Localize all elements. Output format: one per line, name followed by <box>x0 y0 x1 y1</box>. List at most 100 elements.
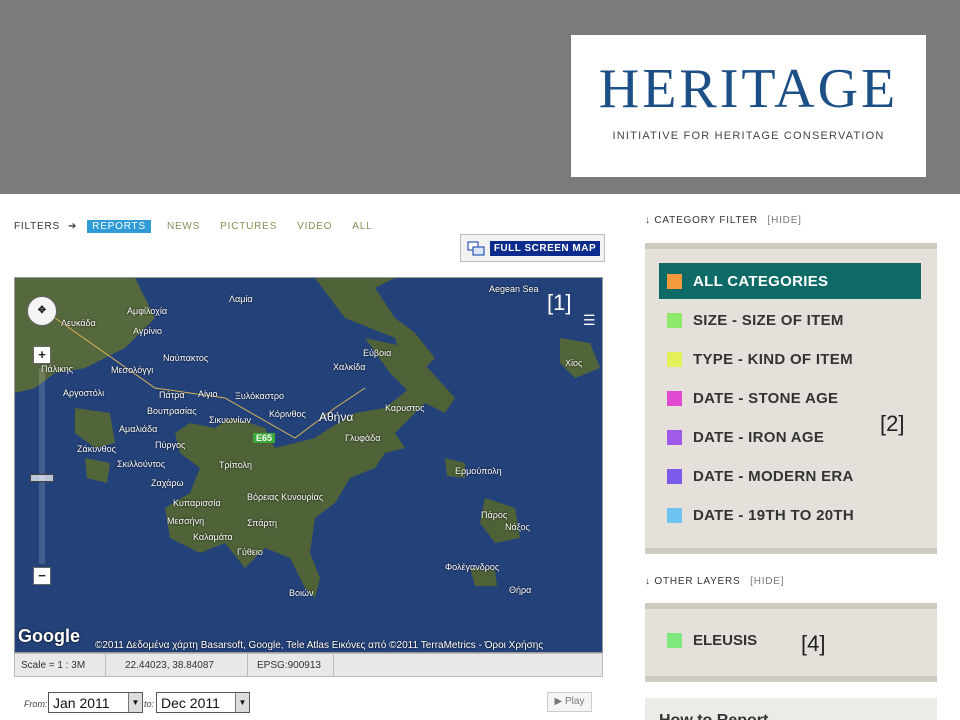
tab-all[interactable]: ALL <box>352 221 372 232</box>
category-swatch <box>667 430 682 445</box>
category-19th-20th[interactable]: DATE - 19TH TO 20TH <box>659 497 921 533</box>
place-label: Νάξος <box>505 522 530 532</box>
category-label: SIZE - SIZE OF ITEM <box>693 312 844 329</box>
top-banner: HERITAGE INITIATIVE FOR HERITAGE CONSERV… <box>0 0 960 194</box>
place-label: Ναύπακτος <box>163 353 209 363</box>
road-badge: E65 <box>253 433 276 443</box>
category-swatch <box>667 508 682 523</box>
to-date-select[interactable]: Dec 2011 ▼ <box>156 692 250 713</box>
coords-readout: 22.44023, 38.84087 <box>125 660 214 671</box>
to-label: to: <box>144 699 155 709</box>
from-label: From: <box>24 699 48 709</box>
place-label: Θήρα <box>509 585 532 595</box>
logo-title: HERITAGE <box>598 58 899 120</box>
map-copyright[interactable]: ©2011 Δεδομένα χάρτη Basarsoft, Google, … <box>95 640 543 651</box>
panel-annotation: [4] <box>801 631 826 656</box>
map-statusbar: Scale = 1 : 3M 22.44023, 38.84087 EPSG:9… <box>14 653 603 677</box>
filters-bar: FILTERS ➔ REPORTS NEWS PICTURES VIDEO AL… <box>14 219 392 233</box>
place-label: Γύθειο <box>237 547 263 557</box>
other-layers-title: OTHER LAYERS <box>654 576 741 587</box>
layer-swatch <box>667 633 682 648</box>
category-swatch <box>667 352 682 367</box>
category-label: ALL CATEGORIES <box>693 273 829 290</box>
how-to-report-panel: How to Report <box>645 698 937 720</box>
place-label: Πάρος <box>481 510 508 520</box>
google-logo[interactable]: Google <box>18 626 80 647</box>
category-label: TYPE - KIND OF ITEM <box>693 351 853 368</box>
place-label: Σικυωνίων <box>209 415 252 425</box>
map-view[interactable]: ✥ + − ☰ [1] E65 Aegean Sea Λαμία Αμφίλοχ… <box>14 277 603 653</box>
category-size[interactable]: SIZE - SIZE OF ITEM <box>659 302 921 338</box>
place-label: Σπάρτη <box>247 518 277 528</box>
tab-news[interactable]: NEWS <box>167 221 200 232</box>
arrow-down-icon: ↓ <box>645 576 651 587</box>
place-label: Αμαλιάδα <box>119 424 158 434</box>
fullscreen-icon <box>467 241 485 256</box>
zoom-out-button[interactable]: − <box>33 567 51 585</box>
map-annotation: [1] <box>547 290 572 315</box>
layer-label: ELEUSIS <box>693 632 758 649</box>
full-screen-map-label: FULL SCREEN MAP <box>490 241 600 256</box>
divider <box>105 654 106 676</box>
zoom-in-button[interactable]: + <box>33 346 51 364</box>
category-modern-era[interactable]: DATE - MODERN ERA <box>659 458 921 494</box>
place-label: Πάτρα <box>159 390 185 400</box>
place-label: Χίος <box>565 358 583 368</box>
play-button[interactable]: ▶ Play <box>547 692 592 712</box>
place-label: Μεσσήνη <box>167 516 205 526</box>
play-label: Play <box>565 696 585 707</box>
full-screen-map-button[interactable]: FULL SCREEN MAP <box>460 234 605 262</box>
place-label: Πύργος <box>155 440 186 450</box>
tab-video[interactable]: VIDEO <box>297 221 332 232</box>
from-date-select[interactable]: Jan 2011 ▼ <box>48 692 143 713</box>
place-label: Αθήνα <box>319 410 354 424</box>
from-date-value: Jan 2011 <box>53 695 110 711</box>
filters-label: FILTERS <box>14 220 60 232</box>
category-swatch <box>667 391 682 406</box>
place-label: Πάλικης <box>41 364 74 374</box>
pan-control[interactable]: ✥ <box>27 296 57 326</box>
place-label: Ξυλόκαστρο <box>235 391 284 401</box>
category-label: DATE - 19TH TO 20TH <box>693 507 855 524</box>
place-label: Σκιλλούντος <box>117 459 166 469</box>
category-swatch <box>667 469 682 484</box>
category-swatch <box>667 274 682 289</box>
category-type[interactable]: TYPE - KIND OF ITEM <box>659 341 921 377</box>
place-label: Αγρίνιο <box>133 326 162 336</box>
category-swatch <box>667 313 682 328</box>
place-label: Χαλκίδα <box>333 362 366 372</box>
place-label: Βοιών <box>289 588 314 598</box>
zoom-slider-handle[interactable] <box>30 474 54 482</box>
other-layers-panel: ELEUSIS [4] <box>645 603 937 682</box>
other-layers-hide-link[interactable]: [HIDE] <box>750 576 784 587</box>
category-label: DATE - MODERN ERA <box>693 468 854 485</box>
category-filter-hide-link[interactable]: [HIDE] <box>768 215 802 226</box>
tab-reports[interactable]: REPORTS <box>87 219 151 233</box>
chevron-down-icon[interactable]: ▼ <box>128 693 142 712</box>
place-label: Ζάκυνθος <box>77 444 116 454</box>
category-all[interactable]: ALL CATEGORIES <box>659 263 921 299</box>
place-label: Εύβοια <box>363 348 392 358</box>
place-label: Τρίπολη <box>219 460 253 470</box>
place-label: Ερμούπολη <box>455 466 502 476</box>
layers-icon[interactable]: ☰ <box>583 312 599 328</box>
how-to-report-title: How to Report <box>659 712 768 720</box>
tab-pictures[interactable]: PICTURES <box>220 221 277 232</box>
place-label: Λαμία <box>229 294 253 304</box>
category-filter-panel: ALL CATEGORIES SIZE - SIZE OF ITEM TYPE … <box>645 243 937 554</box>
panel-annotation: [2] <box>880 411 905 436</box>
place-label: Λευκάδα <box>61 318 96 328</box>
category-label: DATE - IRON AGE <box>693 429 825 446</box>
place-label: Καρυστος <box>385 403 425 413</box>
play-icon: ▶ <box>554 696 563 707</box>
heritage-logo[interactable]: HERITAGE INITIATIVE FOR HERITAGE CONSERV… <box>571 35 926 177</box>
place-label: Κυπαρισσία <box>173 498 221 508</box>
to-date-value: Dec 2011 <box>161 695 220 711</box>
place-label: Ζαχάρω <box>151 478 184 488</box>
zoom-slider-track[interactable] <box>39 368 45 564</box>
projection-readout: EPSG:900913 <box>257 660 321 671</box>
chevron-down-icon[interactable]: ▼ <box>235 693 249 712</box>
scale-readout: Scale = 1 : 3M <box>21 660 86 671</box>
place-label: Αργοστόλι <box>63 388 105 398</box>
arrow-down-icon: ↓ <box>645 215 651 226</box>
